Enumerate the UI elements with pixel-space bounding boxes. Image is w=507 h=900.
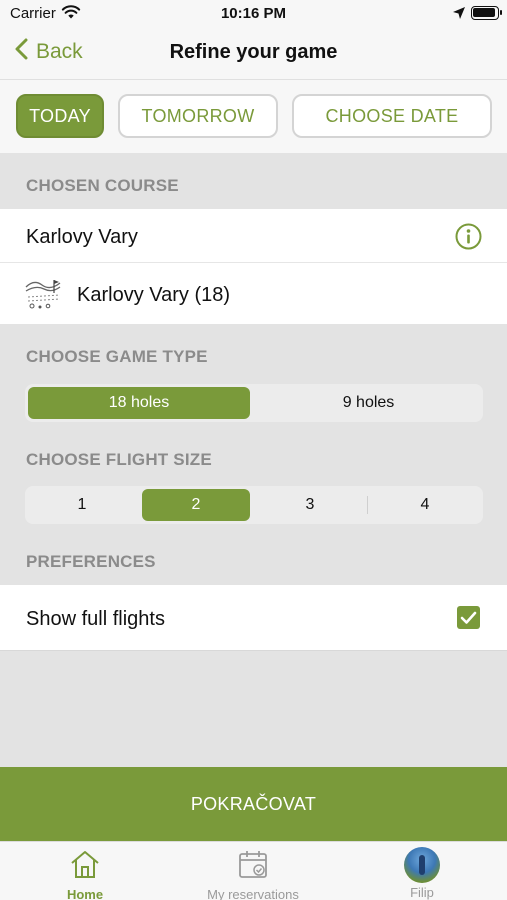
tab-reservations[interactable]: My reservations — [193, 842, 313, 900]
today-button[interactable]: TODAY — [16, 94, 104, 138]
date-selector: TODAY TOMORROW CHOOSE DATE — [0, 80, 507, 153]
course-layout-name: Karlovy Vary (18) — [77, 284, 231, 306]
game-type-9-holes[interactable]: 9 holes — [257, 387, 480, 419]
game-type-header: CHOOSE GAME TYPE — [26, 347, 208, 366]
segment-divider — [367, 496, 368, 514]
tab-reservations-label: My reservations — [207, 887, 299, 900]
course-row[interactable]: Karlovy Vary — [0, 209, 507, 263]
show-full-flights-label: Show full flights — [26, 608, 165, 630]
flight-size-1[interactable]: 1 — [28, 489, 136, 521]
calendar-check-icon — [237, 849, 269, 884]
preferences-header: PREFERENCES — [26, 552, 156, 571]
status-time: 10:16 PM — [220, 5, 287, 22]
tab-bar: Home My reservations Filip — [0, 841, 507, 900]
course-layout-row[interactable]: Karlovy Vary (18) — [0, 263, 507, 324]
navigation-bar: Back Refine your game — [0, 28, 507, 80]
show-full-flights-row[interactable]: Show full flights — [0, 585, 507, 651]
tab-home-label: Home — [66, 887, 104, 900]
game-type-18-holes[interactable]: 18 holes — [28, 387, 250, 419]
home-icon — [69, 849, 101, 884]
tab-home[interactable]: Home — [45, 842, 125, 900]
flight-size-2[interactable]: 2 — [142, 489, 250, 521]
page-title: Refine your game — [169, 41, 338, 63]
flight-size-header: CHOOSE FLIGHT SIZE — [26, 450, 212, 469]
battery-icon — [471, 6, 502, 20]
course-name: Karlovy Vary — [26, 226, 138, 248]
choose-date-button[interactable]: CHOOSE DATE — [292, 94, 492, 138]
game-type-selector: 18 holes 9 holes — [25, 384, 483, 422]
status-bar: Carrier 10:16 PM — [0, 0, 507, 28]
flight-size-4[interactable]: 4 — [370, 489, 480, 521]
location-arrow-icon — [452, 6, 466, 24]
show-full-flights-checkbox[interactable] — [457, 606, 480, 629]
flight-size-3[interactable]: 3 — [256, 489, 364, 521]
tomorrow-button[interactable]: TOMORROW — [118, 94, 278, 138]
tab-profile-label: Filip — [410, 885, 434, 900]
tab-profile[interactable]: Filip — [382, 842, 462, 900]
continue-button[interactable]: POKRAČOVAT — [0, 767, 507, 841]
chosen-course-header: CHOSEN COURSE — [26, 176, 179, 195]
flight-size-selector: 1 2 3 4 — [25, 486, 483, 524]
avatar — [404, 847, 440, 883]
golf-course-icon — [24, 277, 62, 316]
info-icon[interactable] — [455, 223, 482, 255]
